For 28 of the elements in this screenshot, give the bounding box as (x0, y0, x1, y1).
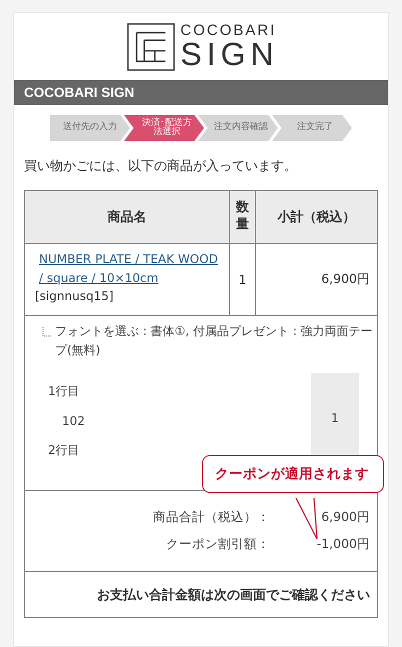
header-title: COCOBARI SIGN (24, 85, 134, 100)
quantity-cell: 1 (230, 244, 256, 315)
checkout-step: 注文内容確認 (198, 115, 278, 141)
checkout-step: 送付先の入力 (50, 115, 130, 141)
line-value: 102 (62, 414, 85, 428)
checkout-step: 決済･配送方法選択 (124, 115, 204, 141)
column-header: 商品名 (25, 191, 230, 243)
logo-wordmark: SIGN (180, 38, 279, 70)
payment-note: お支払い合計金額は次の画面でご確認ください (96, 586, 371, 604)
total-label: クーポン割引額： (166, 536, 270, 553)
logo-mark-icon (127, 22, 176, 70)
total-value: 6,900円 (320, 509, 370, 526)
line-label: 1行目 (48, 383, 80, 400)
intro-text: 買い物かごには、以下の商品が入っています。 (24, 158, 298, 175)
logo-wordmark-top: COCOBARI (180, 23, 278, 38)
total-label: 商品合計（税込）： (153, 509, 270, 526)
column-header: 数量 (230, 191, 256, 243)
tree-branch-icon (42, 327, 52, 337)
line-label: 2行目 (48, 442, 80, 460)
subtotal-cell-text: 6,900円 (320, 270, 371, 288)
column-header: 小計（税込） (276, 208, 356, 227)
callout-tail (295, 498, 319, 540)
option-text: フォントを選ぶ : 書体①, 付属品プレゼント : 強力両面テープ(無料) (55, 323, 373, 359)
product-link[interactable]: NUMBER PLATE / TEAK WOOD / square / 10×10cm (39, 250, 225, 288)
checkout-step: 注文完了 (272, 115, 352, 141)
product-code: [signnusq15] (35, 288, 114, 306)
total-value: -1,000円 (316, 536, 370, 553)
callout-bubble: クーポンが適用されます (202, 455, 384, 493)
